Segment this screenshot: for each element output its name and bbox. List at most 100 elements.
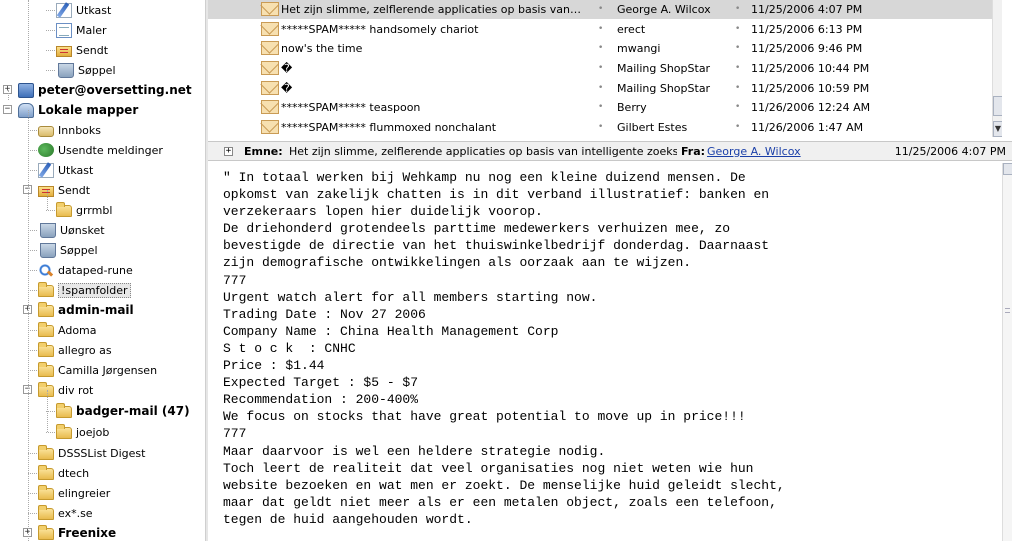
message-row[interactable]: Het zijn slimme, zelflerende applicaties… [208,0,1002,19]
folder-item[interactable]: Lokale mapper [18,100,138,120]
read-status-dot-icon[interactable]: • [598,4,603,14]
message-subject: *****SPAM***** teaspoon [281,100,421,114]
message-date: 11/25/2006 10:44 PM [751,61,870,75]
folder-label: Sendt [58,183,91,197]
body-line: S t o c k : CNHC [223,340,356,356]
message-sender: mwangi [617,41,661,55]
folder-item[interactable]: Søppel [38,240,98,260]
folder-item[interactable]: Maler [56,20,107,40]
from-label: Fra: [681,144,706,158]
message-row[interactable]: � • Mailing ShopStar • 11/25/2006 10:59 PM [208,78,1002,98]
folder-item[interactable]: ex*.se [38,503,93,523]
read-status-dot-icon[interactable]: • [598,63,603,73]
folder-label: allegro as [58,343,112,357]
folder-item[interactable]: Adoma [38,320,97,340]
message-row[interactable]: *****SPAM***** flummoxed nonchalant • Gilb… [208,117,1002,137]
tree-connector [47,190,48,210]
message-body[interactable]: " In totaal werken bij Wehkamp nu nog ee… [208,163,1002,541]
message-date: 11/25/2006 4:07 PM [751,2,863,16]
message-list-scrollbar[interactable]: ▼ [992,0,1002,137]
tree-connector [28,170,37,171]
message-body-scrollbar[interactable] [1002,163,1012,541]
folder-item[interactable]: Camilla Jørgensen [38,360,157,380]
message-row[interactable]: � • Mailing ShopStar • 11/25/2006 10:44 PM [208,58,1002,78]
folder-item[interactable]: admin-mail [38,300,134,320]
tree-connector [28,270,37,271]
folder-label: dataped-rune [58,263,133,277]
tree-connector [46,10,55,11]
message-date: 11/25/2006 4:07 PM [894,144,1006,158]
folder-label: admin-mail [58,303,134,317]
outbox-icon [38,143,54,157]
folder-item[interactable]: Utkast [38,160,93,180]
folder-item[interactable]: badger-mail (47) [56,401,190,421]
junk-status-dot-icon[interactable]: • [735,43,740,53]
junk-status-dot-icon[interactable]: • [735,122,740,132]
tree-connector [28,473,37,474]
draft-icon [56,2,72,18]
folder-item[interactable]: Freenixe [38,523,116,541]
message-subject: � [281,81,293,95]
envelope-icon [261,100,279,114]
sent-folder-icon [56,45,72,57]
expand-header-icon[interactable]: + [224,147,233,156]
tree-connector [28,290,37,291]
junk-status-dot-icon[interactable]: • [735,83,740,93]
body-line: bevestigde de directie van het thuiswink… [223,238,770,254]
body-line: 777 [223,272,247,288]
message-row[interactable]: now's the time • mwangi • 11/25/2006 9:46 PM [208,38,1002,58]
folder-item[interactable]: DSSSList Digest [38,443,145,463]
folder-tree[interactable]: Utkast Maler Sendt Søppel peter@oversetting.… [0,0,205,541]
scroll-up-arrow-icon[interactable] [1003,163,1012,175]
folder-icon [38,525,54,540]
folder-item[interactable]: Søppel [56,60,116,80]
folder-item[interactable]: Utkast [56,0,111,20]
read-status-dot-icon[interactable]: • [598,122,603,132]
folder-icon [38,322,54,337]
body-line: Maar daarvoor is wel een heldere strateg… [223,443,606,459]
message-row[interactable]: *****SPAM***** handsomely chariot • erect •… [208,19,1002,39]
scroll-down-arrow-icon[interactable]: ▼ [993,121,1002,137]
junk-status-dot-icon[interactable]: • [735,102,740,112]
folder-item[interactable]: dtech [38,463,89,483]
folder-item[interactable]: Usendte meldinger [38,140,163,160]
folder-item[interactable]: dataped-rune [38,260,133,280]
read-status-dot-icon[interactable]: • [598,43,603,53]
folder-item[interactable]: joejob [56,422,109,442]
read-status-dot-icon[interactable]: • [598,102,603,112]
folder-item[interactable]: allegro as [38,340,112,360]
message-date: 11/25/2006 10:59 PM [751,81,870,95]
read-status-dot-icon[interactable]: • [598,24,603,34]
folder-item[interactable]: Innboks [38,120,101,140]
folder-label: dtech [58,466,90,480]
folder-label: Lokale mapper [38,103,139,117]
collapse-icon[interactable]: − [3,105,12,114]
tree-connector [28,110,29,541]
folder-item[interactable]: grrmbl [56,200,112,220]
folder-item[interactable]: Sendt [38,180,90,200]
read-status-dot-icon[interactable]: • [598,83,603,93]
subject-label: Emne: [244,144,283,158]
message-subject: *****SPAM***** flummoxed nonchalant [281,120,497,134]
scrollbar-thumb[interactable] [993,96,1002,116]
message-list[interactable]: Het zijn slimme, zelflerende applicaties… [208,0,1002,137]
tree-connector [28,513,37,514]
folder-label: div rot [58,383,94,397]
message-subject: Het zijn slimme, zelflerende applicaties… [281,2,581,16]
folder-item[interactable]: Sendt [56,40,108,60]
junk-status-dot-icon[interactable]: • [735,63,740,73]
message-date: 11/25/2006 6:13 PM [751,22,863,36]
folder-item[interactable]: elingreier [38,483,110,503]
junk-status-dot-icon[interactable]: • [735,4,740,14]
folder-item[interactable]: Uønsket [38,220,105,240]
from-link[interactable]: George A. Wilcox [707,145,801,158]
folder-label: elingreier [58,486,111,500]
folder-item[interactable]: peter@oversetting.net [18,80,192,100]
message-sender: Berry [617,100,647,114]
folder-label: Adoma [58,323,97,337]
folder-item[interactable]: !spamfolder [38,280,131,300]
body-line: opkomst van zakelijk chatten is in dit v… [223,187,770,203]
junk-status-dot-icon[interactable]: • [735,24,740,34]
message-row[interactable]: *****SPAM***** teaspoon • Berry • 11/26/2006… [208,97,1002,117]
folder-label: Utkast [76,3,112,17]
